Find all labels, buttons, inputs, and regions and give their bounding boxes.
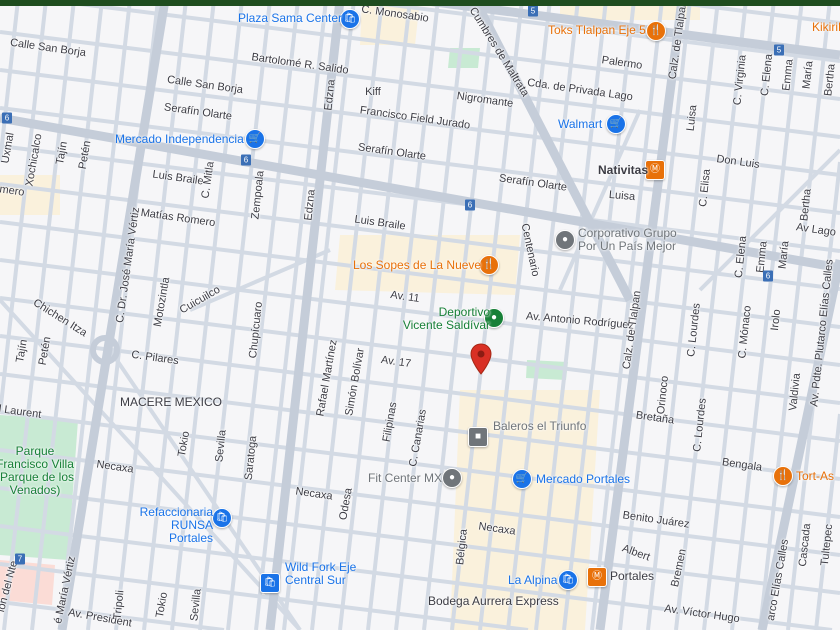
poi-label[interactable]: Refaccionaria RUNSA Portales [125, 506, 213, 545]
poi-label[interactable]: MACERE MEXICO [120, 396, 222, 409]
route-shield: 6 [763, 270, 773, 282]
store-icon[interactable]: ■ [468, 427, 488, 447]
route-shield: 5 [528, 5, 538, 17]
place-icon[interactable]: ● [442, 468, 462, 488]
street-label: Irolo [768, 308, 784, 332]
shopping-bag-icon[interactable]: 🛍 [558, 570, 578, 590]
shopping-cart-icon[interactable]: 🛒 [512, 469, 532, 489]
poi-label[interactable]: Fit Center MX [368, 472, 442, 485]
minor-road [814, 413, 840, 630]
poi-label[interactable]: Parque Francisco Villa (Parque de los Ve… [0, 445, 75, 497]
street-label: Luisa [608, 188, 636, 204]
location-pin-icon[interactable] [470, 343, 492, 375]
restaurant-icon[interactable]: 🍴 [479, 255, 499, 275]
poi-label[interactable]: Walmart [558, 118, 602, 131]
route-shield: 6 [465, 199, 475, 211]
shopping-bag-icon[interactable]: 🛍 [260, 573, 280, 593]
place-icon[interactable]: ● [555, 230, 575, 250]
poi-label[interactable]: Plaza Sama Center [238, 12, 342, 25]
poi-label[interactable]: Mercado Portales [536, 473, 630, 486]
shopping-bag-icon[interactable]: 🛍 [212, 508, 232, 528]
restaurant-icon[interactable]: 🍴 [646, 21, 666, 41]
poi-label[interactable]: Toks Tlalpan Eje 5 [548, 24, 646, 37]
poi-label[interactable]: Mercado Independencia [115, 133, 244, 146]
route-shield: 5 [774, 44, 784, 56]
poi-label[interactable]: Los Sopes de La Nueve [353, 259, 481, 272]
shopping-cart-icon[interactable]: 🛒 [245, 129, 265, 149]
poi-label[interactable]: Tort-As [796, 470, 834, 483]
poi-label[interactable]: Bodega Aurrera Express [428, 595, 559, 608]
poi-label[interactable]: Nativitas [598, 164, 648, 177]
poi-label[interactable]: Wild Fork Eje Central Sur [285, 561, 370, 587]
route-shield: 6 [2, 112, 12, 124]
route-shield: 6 [241, 154, 251, 166]
top-bar [0, 0, 840, 6]
street-label: Kiff [365, 86, 381, 98]
poi-label[interactable]: Corporativo Grupo Por Un País Mejor [578, 227, 698, 253]
restaurant-icon[interactable]: 🍴 [773, 466, 793, 486]
minor-road [282, 0, 356, 630]
shopping-bag-icon[interactable]: 🛍 [340, 9, 360, 29]
metro-icon[interactable]: Ⓜ [587, 567, 607, 587]
poi-label[interactable]: Baleros el Triunfo [493, 420, 586, 433]
poi-label[interactable]: KikiriKi [812, 21, 840, 34]
route-shield: 7 [15, 553, 25, 565]
poi-label[interactable]: Deportivo Vicente Saldívar [400, 306, 490, 332]
poi-label[interactable]: La Alpina [508, 574, 557, 587]
poi-label[interactable]: Portales [610, 570, 654, 583]
minor-road [254, 0, 328, 630]
shopping-cart-icon[interactable]: 🛒 [606, 114, 626, 134]
